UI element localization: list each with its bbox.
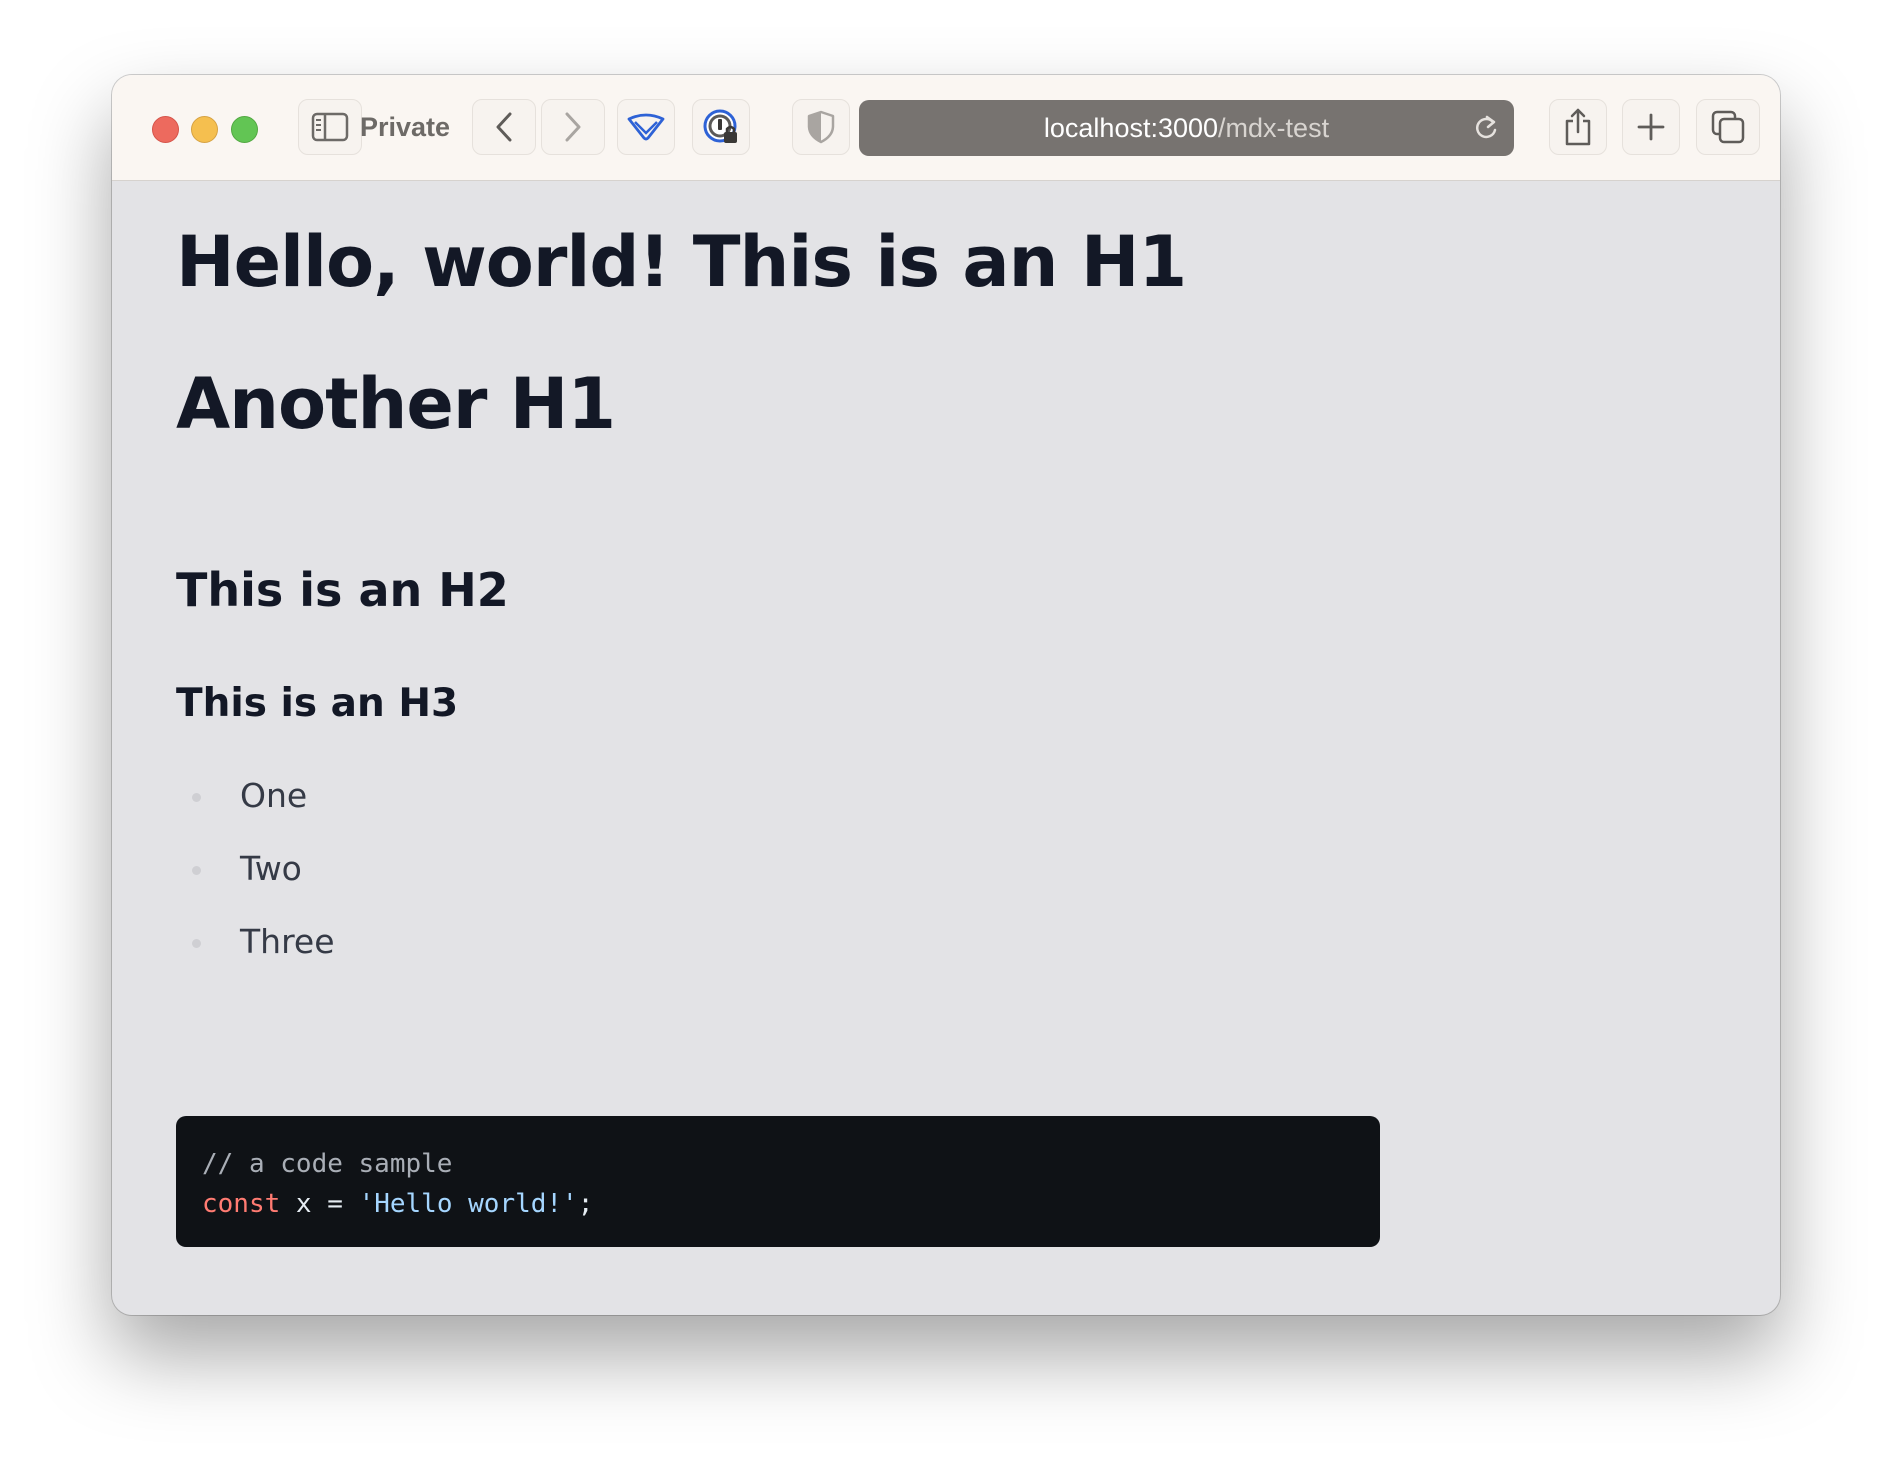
back-button[interactable] (472, 99, 536, 155)
code-block: // a code sample const x = 'Hello world!… (176, 1116, 1380, 1247)
page-content: Hello, world! This is an H1 Another H1 T… (112, 181, 1780, 1315)
url-host: localhost:3000 (1043, 113, 1219, 143)
onepassword-icon (703, 109, 737, 143)
code-keyword: const (202, 1189, 281, 1219)
bullet-icon (192, 793, 201, 802)
code-comment: // a code sample (202, 1149, 453, 1179)
reload-icon[interactable] (1472, 114, 1500, 142)
onepassword-extension-button[interactable] (692, 99, 750, 155)
new-tab-button[interactable] (1622, 99, 1680, 155)
minimize-window-button[interactable] (191, 116, 218, 143)
private-browsing-label: Private (360, 112, 451, 142)
address-bar[interactable]: localhost:3000/mdx-test (859, 100, 1514, 156)
bullet-icon (192, 939, 201, 948)
close-window-button[interactable] (152, 116, 179, 143)
privacy-report-button[interactable] (792, 99, 850, 155)
sidebar-toggle-button[interactable] (298, 99, 362, 155)
tab-overview-button[interactable] (1696, 99, 1760, 155)
back-icon (496, 112, 512, 142)
code-string: 'Hello world!' (358, 1189, 578, 1219)
wipr-icon (627, 113, 665, 141)
browser-window: Private localhost:3000/mdx-test Hello, w… (112, 75, 1780, 1315)
forward-button[interactable] (541, 99, 605, 155)
sidebar-icon (311, 112, 349, 142)
wipr-extension-button[interactable] (617, 99, 675, 155)
heading-h3: This is an H3 (176, 681, 459, 726)
code-line: const x = 'Hello world!'; (202, 1184, 1354, 1224)
privacy-shield-icon (807, 110, 835, 144)
list-item-text: One (240, 776, 308, 815)
address-text: localhost:3000/mdx-test (859, 113, 1514, 144)
browser-toolbar: Private localhost:3000/mdx-test (112, 75, 1780, 181)
forward-icon (565, 112, 581, 142)
share-button[interactable] (1549, 99, 1607, 155)
zoom-window-button[interactable] (231, 116, 258, 143)
new-tab-icon (1637, 113, 1665, 141)
code-terminator: ; (577, 1189, 594, 1219)
list-item-text: Two (240, 849, 302, 888)
heading-h1-another: Another H1 (176, 363, 616, 445)
heading-h1-hello: Hello, world! This is an H1 (176, 221, 1187, 303)
tab-overview-icon (1711, 110, 1745, 144)
list-item-text: Three (240, 922, 335, 961)
heading-h2: This is an H2 (176, 563, 509, 617)
bullet-icon (192, 866, 201, 875)
share-icon (1565, 108, 1591, 146)
code-identifier: x = (280, 1189, 359, 1219)
url-path: /mdx-test (1218, 113, 1330, 143)
